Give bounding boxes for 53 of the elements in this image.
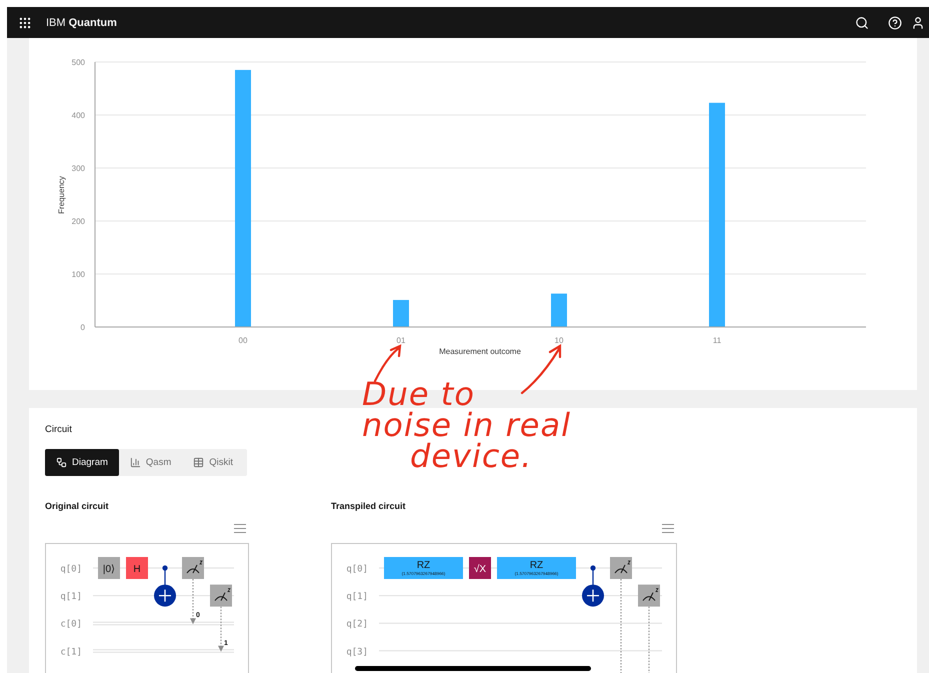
y-axis-title: Frequency [57, 176, 66, 214]
bar-chart-icon [130, 457, 141, 468]
h-gate: H [126, 557, 148, 579]
measure-gate [210, 584, 232, 607]
brand-name[interactable]: IBM Quantum [46, 16, 117, 28]
annotation-arrow [520, 344, 562, 394]
y-tick-label: 500 [72, 58, 85, 67]
y-tick-label: 200 [72, 217, 85, 226]
wire-label: q[1] [60, 592, 82, 602]
y-tick-label: 0 [80, 323, 85, 332]
bar [393, 300, 409, 327]
measurement-line [190, 578, 196, 624]
measure-gate [182, 557, 204, 579]
cnot-gate [154, 565, 176, 607]
diagram-icon [56, 457, 67, 468]
search-icon [854, 16, 868, 30]
measure-gate [610, 557, 632, 579]
annotation-arrow [374, 344, 402, 382]
reset-gate: |0⟩ [98, 557, 120, 579]
x-tick-label: 00 [238, 336, 248, 345]
measure-gate [638, 584, 660, 607]
wire-label: c[0] [60, 620, 82, 630]
section-title: Circuit [45, 424, 73, 435]
y-tick-label: 300 [72, 164, 85, 173]
help-icon [888, 16, 902, 30]
sqrt-x-gate: √X [469, 557, 491, 579]
measurement-line [648, 606, 650, 673]
view-tab[interactable]: Diagram [45, 449, 119, 476]
view-tab[interactable]: Qiskit [182, 449, 244, 476]
x-tick-label: 10 [554, 336, 564, 345]
wire-label: q[0] [346, 564, 368, 574]
panel-title: Transpiled circuit [331, 501, 407, 511]
grid-icon [18, 16, 32, 30]
wire-label: q[1] [346, 592, 368, 602]
menu-icon[interactable] [234, 523, 246, 534]
y-tick-label: 400 [72, 111, 85, 120]
x-tick-label: 11 [712, 336, 722, 345]
y-tick-label: 100 [72, 270, 85, 279]
wire-label: q[0] [60, 564, 82, 574]
menu-icon[interactable] [662, 523, 674, 534]
x-tick-label: 01 [396, 336, 406, 345]
wire-label: c[1] [60, 647, 82, 658]
handwritten-note: Due to noise in real device. [362, 379, 571, 472]
wire-label: q[2] [346, 620, 368, 630]
x-axis-title: Measurement outcome [439, 347, 521, 356]
bar [551, 294, 567, 327]
wire-label: q[3] [346, 647, 368, 658]
user-icon [911, 16, 925, 30]
measurement-line [218, 606, 224, 652]
table-icon [193, 457, 204, 468]
cnot-gate [582, 565, 604, 607]
view-tab[interactable]: Qasm [118, 449, 182, 476]
panel-title: Original circuit [45, 501, 110, 511]
